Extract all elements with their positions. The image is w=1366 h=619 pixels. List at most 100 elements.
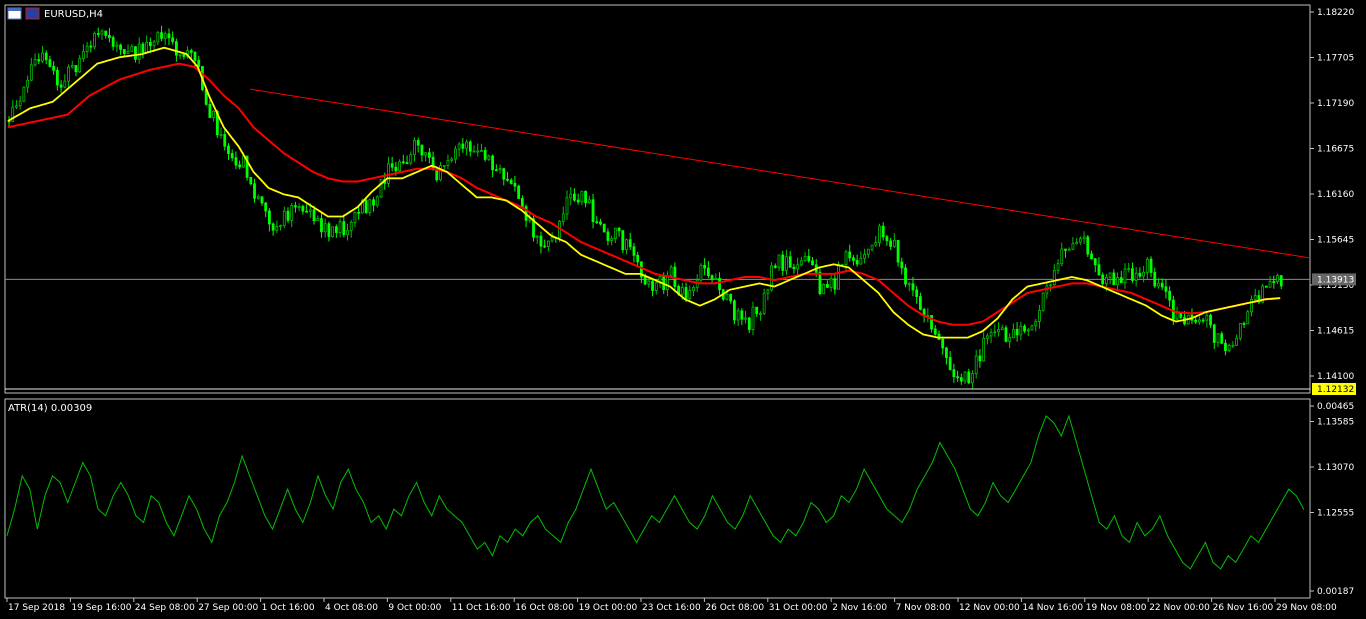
candle (1090, 250, 1093, 260)
candle (740, 308, 744, 326)
candle (777, 254, 781, 272)
candle (535, 235, 539, 244)
candle (450, 156, 454, 163)
candle (96, 27, 100, 38)
candle (803, 252, 807, 262)
time-tick-label: 17 Sep 2018 (8, 603, 65, 613)
candle (945, 346, 948, 365)
candle (956, 370, 959, 382)
candle (238, 160, 242, 170)
candle (316, 215, 320, 222)
candle (733, 299, 736, 325)
candle (747, 316, 751, 334)
candle (401, 154, 405, 165)
candle (937, 330, 941, 341)
candle (41, 45, 44, 63)
time-tick-label: 27 Sep 00:00 (198, 603, 258, 613)
chart-title-group: EURUSD,H4 ATR(14) 0.00309 (7, 7, 103, 414)
candle (163, 31, 167, 46)
candle (160, 25, 163, 42)
candle (100, 29, 104, 41)
candle (22, 86, 26, 103)
candle (230, 149, 234, 162)
candle (290, 202, 294, 228)
candle (1153, 267, 1157, 289)
candle (1190, 308, 1194, 325)
candle (1164, 279, 1168, 299)
price-tick-label: 1.15645 (1317, 236, 1354, 246)
candle (115, 41, 119, 53)
price-tick-label: 1.16160 (1317, 190, 1354, 200)
candle (1216, 333, 1220, 348)
candle (171, 31, 175, 45)
candle (866, 248, 870, 258)
candle (1045, 282, 1049, 299)
candle (699, 263, 703, 284)
candle (941, 336, 945, 355)
time-tick-label: 26 Oct 08:00 (705, 603, 764, 613)
candle (907, 281, 911, 292)
candle (279, 224, 282, 231)
downtrend-line[interactable] (250, 88, 1311, 259)
candle (651, 279, 654, 297)
candle (108, 28, 111, 43)
candle (878, 223, 881, 247)
mt4-chart-window[interactable]: 1.18220 1.17705 1.17190 1.16675 1.16160 1.156… (0, 0, 1366, 619)
candle (1008, 333, 1012, 349)
candle (387, 156, 390, 187)
candle (227, 143, 230, 160)
candle (710, 274, 714, 284)
candle (119, 43, 122, 55)
candle (1201, 317, 1205, 324)
candle (1012, 323, 1015, 339)
candle (513, 175, 517, 192)
candle (37, 53, 41, 65)
candle (208, 99, 212, 118)
price-tick-label: 1.13070 (1317, 463, 1354, 473)
candle (264, 201, 268, 217)
candle (156, 30, 160, 46)
candle (978, 349, 982, 368)
candle (1276, 273, 1279, 284)
candle (1026, 327, 1030, 337)
candle (89, 40, 93, 53)
candle (1272, 275, 1276, 289)
candle (1198, 316, 1201, 325)
candle (669, 264, 673, 277)
candle (52, 61, 56, 75)
candle (15, 100, 18, 109)
candle (543, 239, 547, 248)
candle (48, 55, 52, 68)
candle (595, 216, 599, 224)
candle (654, 281, 658, 295)
candle (178, 54, 182, 59)
candle (628, 232, 632, 251)
candle (550, 232, 554, 243)
candle (223, 128, 227, 151)
candle (599, 218, 602, 226)
candle (104, 30, 108, 39)
candle (982, 332, 986, 362)
price-tick-label: 1.14615 (1317, 327, 1354, 337)
atr-indicator (6, 414, 1305, 570)
main-chart-area[interactable] (4, 4, 1311, 599)
candle (744, 310, 747, 324)
candle (584, 190, 587, 208)
candle (55, 67, 59, 91)
candle (7, 115, 11, 128)
candle (353, 211, 357, 228)
candle (1082, 231, 1086, 245)
candle (93, 31, 96, 50)
time-tick-label: 12 Nov 00:00 (959, 603, 1020, 613)
candle (416, 137, 420, 153)
candle (78, 54, 82, 73)
candle (997, 322, 1000, 337)
trendlines[interactable] (250, 88, 1311, 259)
candle (792, 263, 796, 274)
candle (889, 237, 893, 251)
candle (59, 80, 63, 93)
candle (398, 159, 402, 173)
candle (372, 197, 375, 212)
candle (137, 37, 141, 64)
candle (130, 44, 134, 52)
